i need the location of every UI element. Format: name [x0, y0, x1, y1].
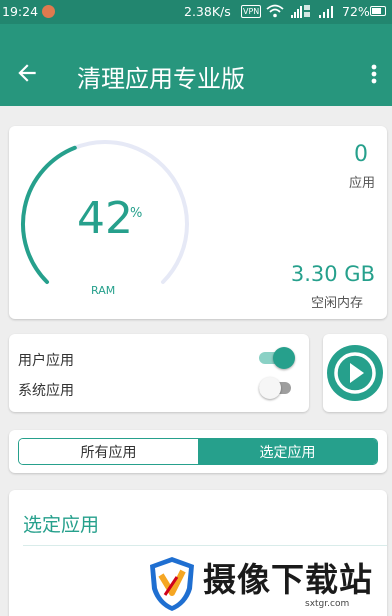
battery-percent: 72%	[342, 4, 370, 19]
watermark-url: sxtgr.com	[305, 599, 350, 609]
tabs-card: 所有应用 选定应用	[9, 430, 387, 473]
tab-bar: 所有应用 选定应用	[18, 438, 378, 465]
user-apps-toggle[interactable]	[259, 345, 297, 371]
status-time: 19:24	[2, 4, 39, 19]
tab-all-apps[interactable]: 所有应用	[19, 439, 198, 464]
apps-count: 0	[354, 142, 368, 167]
watermark-title: 摄像下载站	[203, 560, 373, 599]
ram-card: 42 % RAM 0 应用 3.30 GB 空闲内存	[9, 126, 387, 319]
user-apps-label: 用户应用	[18, 353, 74, 369]
app-bar: 清理应用专业版	[0, 24, 392, 106]
arrow-left-icon[interactable]	[14, 60, 40, 86]
filter-card: 用户应用 系统应用	[9, 334, 309, 412]
watermark-logo-icon	[150, 557, 194, 611]
system-apps-label: 系统应用	[18, 383, 74, 399]
net-speed: 2.38K/s	[184, 4, 231, 19]
selected-apps-heading: 选定应用	[23, 514, 100, 536]
apps-label: 应用	[348, 176, 375, 191]
vpn-badge: VPN	[241, 5, 262, 18]
more-vert-icon[interactable]	[364, 62, 384, 86]
system-apps-toggle[interactable]	[259, 375, 297, 401]
divider	[23, 545, 387, 546]
play-card	[323, 334, 387, 412]
signal-icon-2	[319, 6, 333, 18]
notification-icon	[42, 5, 55, 18]
gauge-fill	[21, 145, 77, 284]
free-memory-value: 3.30 GB	[290, 262, 375, 286]
tab-selected-apps[interactable]: 选定应用	[198, 439, 377, 464]
battery-icon	[370, 6, 386, 16]
ram-percent: 42	[77, 193, 133, 244]
free-memory-label: 空闲内存	[310, 296, 363, 311]
ram-percent-sign: %	[130, 206, 143, 221]
status-bar: 19:24 2.38K/s VPN 72%	[0, 0, 392, 24]
ram-label: RAM	[91, 284, 116, 297]
signal-icon	[291, 5, 310, 18]
page-title: 清理应用专业版	[77, 65, 245, 93]
play-button[interactable]	[325, 343, 385, 403]
wifi-icon	[266, 4, 284, 18]
